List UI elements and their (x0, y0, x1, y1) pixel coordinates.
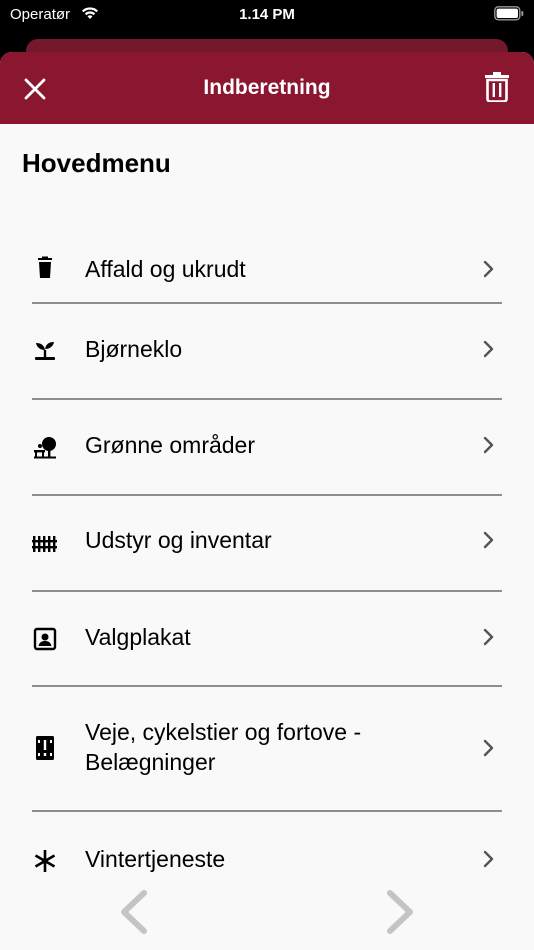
road-warning-icon (36, 736, 54, 760)
page-title: Hovedmenu (22, 148, 171, 178)
chevron-right-icon (483, 739, 494, 757)
snowflake-icon (34, 850, 56, 872)
menu-item-label: Grønne områder (85, 432, 256, 458)
menu-item-valgplakat[interactable]: Valgplakat (0, 592, 534, 688)
divider (32, 810, 502, 812)
battery-icon (494, 6, 524, 21)
portrait-icon (33, 627, 57, 651)
chevron-right-icon (483, 340, 494, 358)
chevron-right-icon (483, 531, 494, 549)
header-bar: Indberetning (0, 52, 534, 124)
menu-item-udstyr[interactable]: Udstyr og inventar (0, 496, 534, 592)
status-bar: Operatør 1.14 PM (0, 0, 534, 30)
menu-item-veje[interactable]: Veje, cykelstier og fortove - Belægninge… (0, 688, 534, 814)
menu-item-vintertjeneste[interactable]: Vintertjeneste (0, 814, 534, 874)
main-menu-list: Affald og ukrudt Bjørneklo Grønne område… (0, 222, 534, 874)
sprout-icon (35, 342, 55, 360)
menu-item-gronne-omrader[interactable]: Grønne områder (0, 400, 534, 496)
menu-item-label: Bjørneklo (85, 336, 183, 362)
chevron-right-icon (483, 260, 494, 278)
clock: 1.14 PM (239, 6, 295, 23)
menu-item-label: Veje, cykelstier og fortove - (85, 719, 362, 745)
chevron-right-icon[interactable] (380, 887, 420, 937)
menu-item-label: Udstyr og inventar (85, 527, 272, 553)
trash-icon[interactable] (484, 72, 510, 102)
bottom-navigation (0, 874, 534, 950)
modal-sheet: Indberetning Hovedmenu Affald og ukrudt (0, 52, 534, 950)
menu-item-label: Vintertjeneste (85, 846, 226, 872)
trash-can-icon (38, 256, 52, 278)
divider (32, 685, 502, 687)
tree-bench-icon (34, 437, 56, 459)
chevron-right-icon (483, 436, 494, 454)
menu-item-bjorneklo[interactable]: Bjørneklo (0, 304, 534, 400)
menu-item-affald[interactable]: Affald og ukrudt (0, 222, 534, 304)
menu-item-label: Valgplakat (85, 624, 191, 650)
page-title-header: Indberetning (203, 76, 331, 99)
menu-item-label-line2: Belægninger (85, 749, 216, 775)
chevron-right-icon (483, 850, 494, 868)
menu-item-label: Affald og ukrudt (85, 256, 246, 282)
fence-icon (32, 536, 57, 552)
chevron-right-icon (483, 628, 494, 646)
chevron-left-icon[interactable] (114, 887, 154, 937)
